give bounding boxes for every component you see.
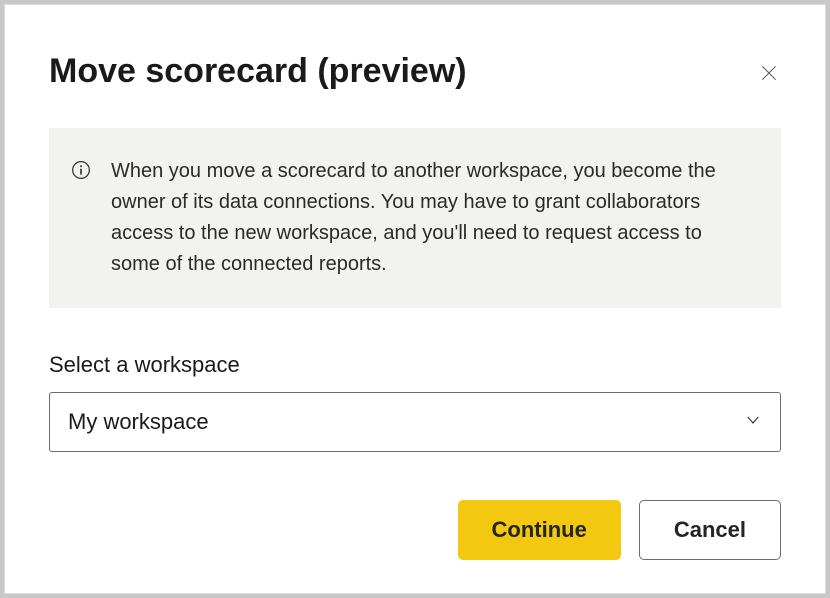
continue-button[interactable]: Continue: [458, 500, 621, 560]
dialog-title: Move scorecard (preview): [49, 51, 467, 92]
dialog-header: Move scorecard (preview): [49, 51, 781, 92]
cancel-button[interactable]: Cancel: [639, 500, 781, 560]
move-scorecard-dialog: Move scorecard (preview) When you move a…: [4, 4, 826, 594]
info-icon: [71, 160, 91, 280]
dialog-footer: Continue Cancel: [49, 500, 781, 560]
workspace-label: Select a workspace: [49, 352, 781, 378]
workspace-select[interactable]: My workspace: [49, 392, 781, 452]
info-banner: When you move a scorecard to another wor…: [49, 128, 781, 308]
close-icon: [759, 63, 779, 86]
workspace-selected-value: My workspace: [68, 409, 209, 435]
close-button[interactable]: [753, 57, 785, 92]
chevron-down-icon: [744, 409, 762, 435]
info-text: When you move a scorecard to another wor…: [111, 156, 751, 280]
workspace-select-wrapper: My workspace: [49, 392, 781, 452]
